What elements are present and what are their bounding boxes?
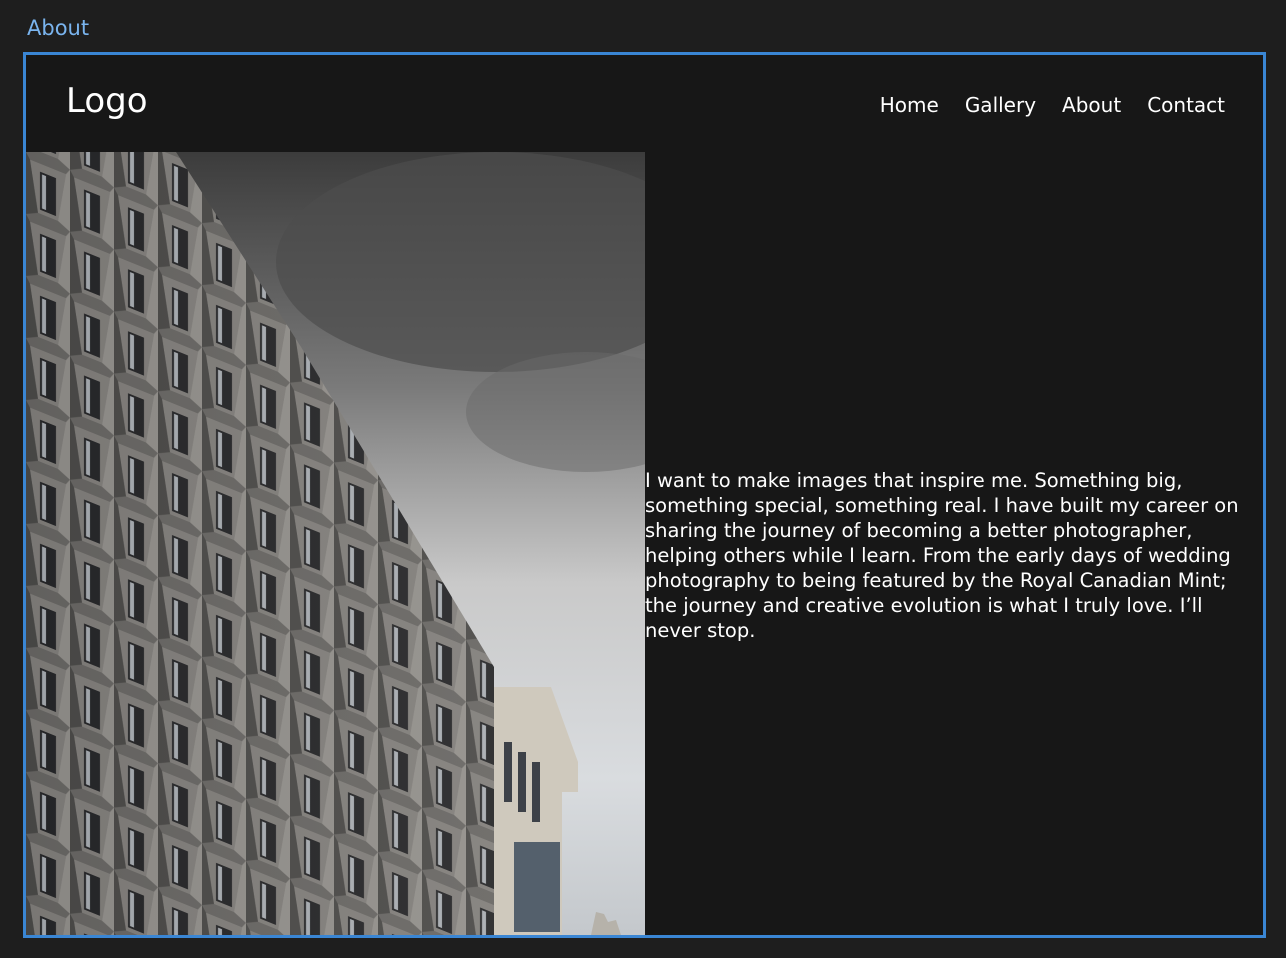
main-nav: Home Gallery About Contact bbox=[880, 91, 1225, 119]
frame-label: About bbox=[27, 16, 90, 40]
nav-link-home[interactable]: Home bbox=[880, 91, 939, 119]
nav-link-gallery[interactable]: Gallery bbox=[965, 91, 1036, 119]
nav-link-contact[interactable]: Contact bbox=[1147, 91, 1225, 119]
building-photo bbox=[26, 152, 645, 935]
logo[interactable]: Logo bbox=[66, 79, 148, 123]
page-frame: Logo Home Gallery About Contact I want t… bbox=[23, 52, 1266, 938]
about-text: I want to make images that inspire me. S… bbox=[645, 469, 1239, 642]
site-header: Logo Home Gallery About Contact bbox=[26, 55, 1263, 152]
nav-link-about[interactable]: About bbox=[1062, 91, 1121, 119]
